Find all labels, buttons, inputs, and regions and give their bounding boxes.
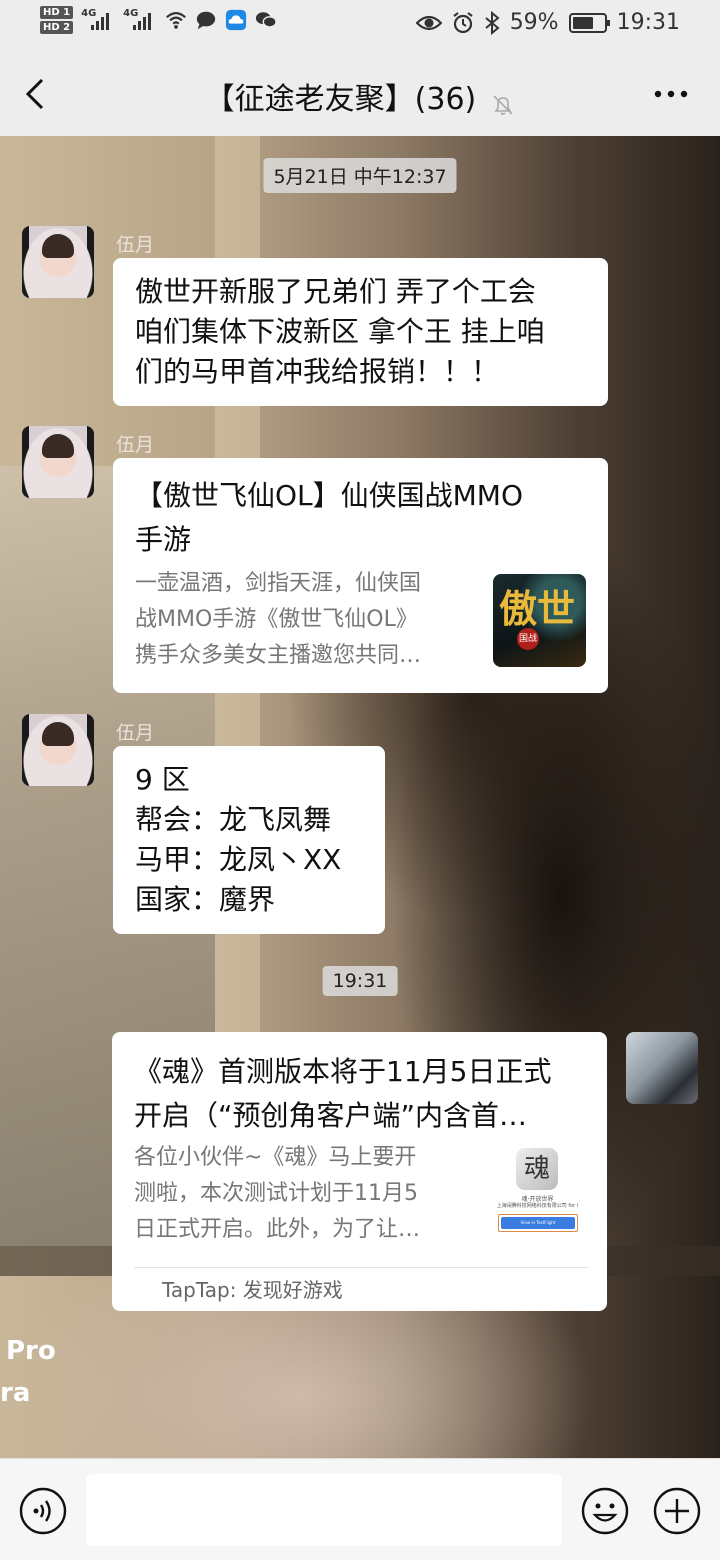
card-source: TapTap: 发现好游戏 <box>134 1267 589 1311</box>
mute-bell-icon <box>493 94 513 115</box>
avatar[interactable] <box>22 714 94 786</box>
sender-name: 伍月 <box>116 234 155 256</box>
add-more-icon[interactable] <box>652 1486 702 1536</box>
bluetooth-icon <box>485 10 500 35</box>
timestamp-2: 19:31 <box>322 966 398 996</box>
avatar[interactable] <box>22 426 94 498</box>
message-bubble-3[interactable]: 9 区 帮会：龙飞凤舞 马甲：龙凤丶XX 国家：魔界 <box>113 746 385 934</box>
avatar[interactable] <box>22 226 94 298</box>
cloud-app-icon <box>226 9 247 31</box>
chat-header: 【征途老友聚】(36) <box>0 52 720 136</box>
wifi-icon <box>166 12 187 29</box>
chat-messages-area[interactable]: 5月21日 中午12:37 伍月 傲世开新服了兄弟们 弄了个工会 咱们集体下波新… <box>0 136 720 1458</box>
message-input[interactable] <box>86 1474 562 1546</box>
hd1-badge: HD 1 <box>40 6 74 19</box>
eye-comfort-icon <box>415 15 442 30</box>
link-card-1[interactable]: 【傲世飞仙OL】仙侠国战MMO 手游 一壶温酒，剑指天涯，仙侠国 战MMO手游《… <box>113 458 608 693</box>
my-avatar[interactable] <box>626 1032 698 1104</box>
emoji-icon[interactable] <box>580 1486 630 1536</box>
input-bar <box>0 1458 720 1560</box>
chat-notification-icon <box>196 11 216 30</box>
status-bar: HD 1 HD 2 4G 4G 59% 19:31 <box>0 0 720 52</box>
battery-percent: 59% <box>509 10 559 35</box>
hd2-badge: HD 2 <box>40 21 74 34</box>
game-thumbnail-aoshi: 傲世 国战 <box>493 574 586 667</box>
battery-icon <box>568 12 610 33</box>
status-time: 19:31 <box>616 10 680 35</box>
watermark-text: Pro <box>6 1336 56 1366</box>
sender-name: 伍月 <box>116 434 155 456</box>
game-thumbnail-hun: 魂 魂·开放世界 上海闹腾科技网络科技有限公司 for i View in Te… <box>490 1144 585 1244</box>
watermark-text-2: ra <box>0 1378 31 1408</box>
wechat-icon <box>256 12 277 28</box>
link-card-2[interactable]: 《魂》首测版本将于11月5日正式 开启（“预创角客户端”内含首… 各位小伙伴~《… <box>112 1032 607 1311</box>
alarm-icon <box>453 11 473 33</box>
timestamp-1: 5月21日 中午12:37 <box>263 158 457 193</box>
voice-input-icon[interactable] <box>18 1486 68 1536</box>
message-bubble-1[interactable]: 傲世开新服了兄弟们 弄了个工会 咱们集体下波新区 拿个王 挂上咱 们的马甲首冲我… <box>113 258 608 406</box>
sender-name: 伍月 <box>116 722 155 744</box>
chat-title: 【征途老友聚】(36) <box>204 82 477 117</box>
more-options-icon[interactable] <box>654 90 688 98</box>
signal-sim1-icon: 4G <box>81 8 115 32</box>
signal-sim2-icon: 4G <box>123 8 157 32</box>
